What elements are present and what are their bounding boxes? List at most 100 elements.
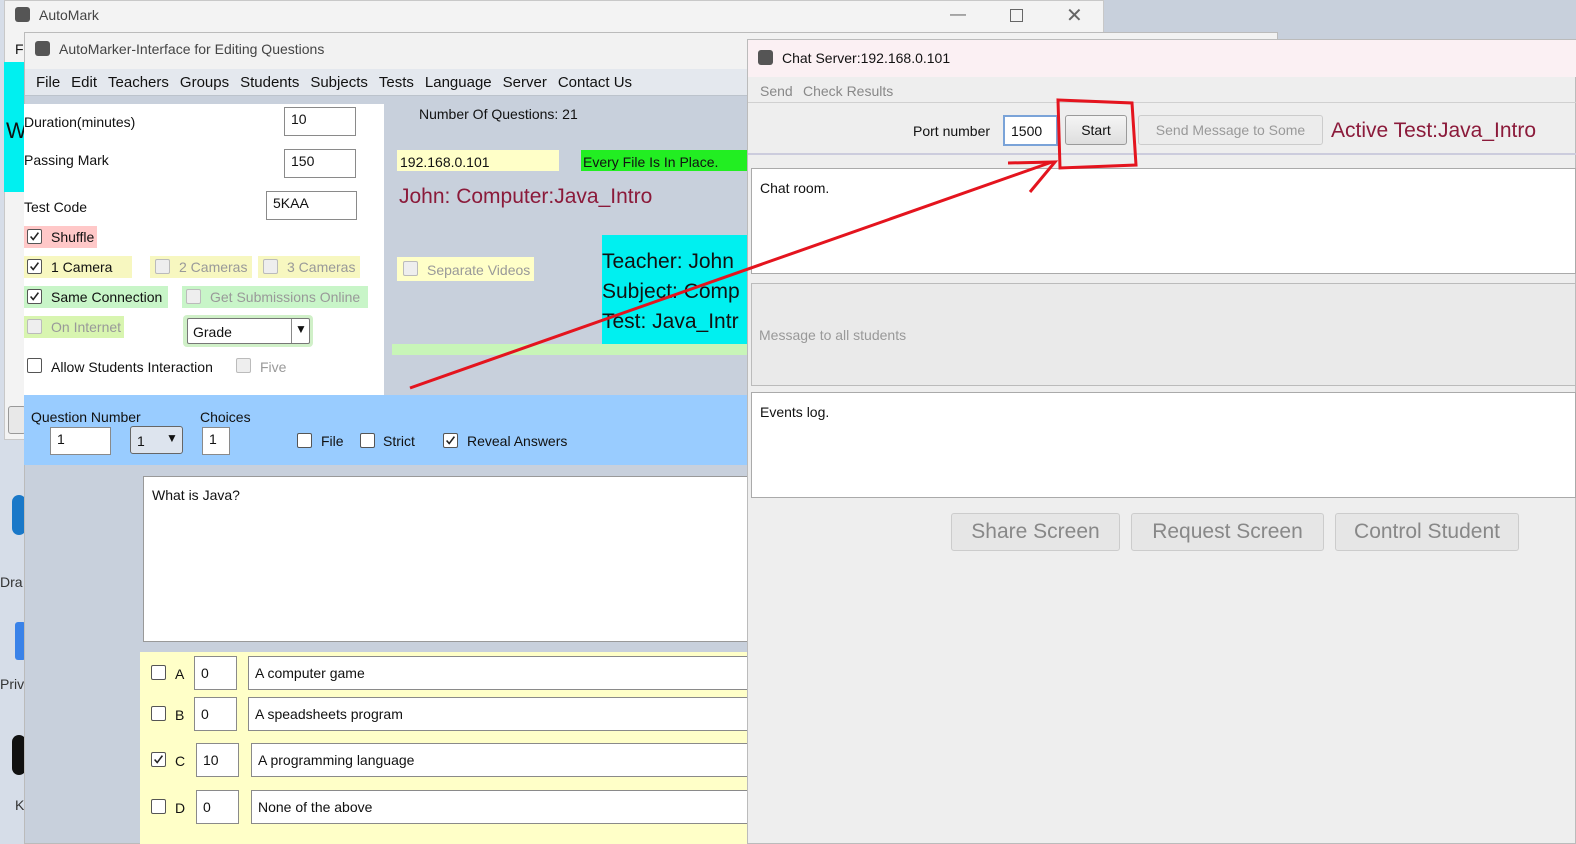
test-line: Test: Java_Intr (602, 310, 739, 333)
answer-d-score[interactable]: 0 (196, 790, 239, 824)
answer-c-text[interactable]: A programming language (251, 743, 761, 777)
passing-mark-label: Passing Mark (24, 152, 109, 168)
shuffle-checkbox[interactable] (27, 229, 42, 244)
test-code-label: Test Code (24, 199, 88, 215)
camera1-label: 1 Camera (51, 259, 113, 275)
grade-select-value: Grade (193, 324, 232, 340)
chevron-down-icon[interactable]: ▼ (295, 322, 307, 336)
share-screen-button[interactable]: Share Screen (951, 513, 1120, 551)
chat-menu-check-results[interactable]: Check Results (803, 83, 893, 99)
app-icon (758, 50, 773, 65)
question-number-label: Question Number (31, 409, 141, 425)
on-internet-checkbox[interactable] (27, 319, 42, 334)
minimize-button[interactable]: — (950, 6, 966, 24)
camera1-checkbox[interactable] (27, 259, 42, 274)
port-input[interactable]: 1500 (1003, 115, 1058, 146)
chat-divider (748, 153, 1576, 155)
menu-file[interactable]: File (36, 74, 60, 91)
answer-d-text[interactable]: None of the above (251, 790, 761, 824)
answer-c-score[interactable]: 10 (196, 743, 239, 777)
duration-input[interactable]: 10 (284, 107, 356, 136)
menu-language[interactable]: Language (425, 74, 492, 91)
shuffle-label: Shuffle (51, 229, 95, 245)
camera3-label: 3 Cameras (287, 259, 356, 275)
files-status: Every File Is In Place. (583, 154, 719, 170)
menu-teachers[interactable]: Teachers (108, 74, 169, 91)
menu-edit[interactable]: Edit (71, 74, 97, 91)
check-icon (30, 292, 40, 301)
chevron-down-icon[interactable]: ▼ (166, 431, 178, 445)
number-of-questions: Number Of Questions: 21 (419, 106, 578, 122)
start-button[interactable]: Start (1065, 115, 1127, 145)
message-placeholder: Message to all students (759, 327, 907, 343)
answer-b-score[interactable]: 0 (194, 697, 237, 731)
question-text: What is Java? (152, 487, 240, 503)
automark-title: AutoMark (39, 7, 99, 23)
reveal-answers-checkbox[interactable] (443, 433, 458, 448)
menu-students[interactable]: Students (240, 74, 299, 91)
menu-server[interactable]: Server (503, 74, 547, 91)
desktop-label: K (15, 797, 25, 813)
camera2-label: 2 Cameras (179, 259, 248, 275)
file-checkbox[interactable] (297, 433, 312, 448)
events-log-text: Events log. (760, 404, 830, 420)
check-icon (446, 436, 456, 445)
strict-checkbox[interactable] (360, 433, 375, 448)
port-label: Port number (913, 123, 991, 139)
file-label: File (321, 433, 344, 449)
desktop-label: Priv (0, 676, 25, 692)
question-select-value: 1 (137, 433, 145, 449)
answer-c-letter: C (175, 753, 186, 769)
close-button[interactable]: ✕ (1066, 3, 1083, 28)
on-internet-label: On Internet (51, 319, 122, 335)
separate-videos-label: Separate Videos (427, 262, 531, 278)
menu-groups[interactable]: Groups (180, 74, 229, 91)
separate-videos-checkbox[interactable] (403, 261, 418, 276)
maximize-button[interactable] (1010, 9, 1023, 22)
outer-menu-f[interactable]: F (15, 41, 24, 57)
check-icon (154, 755, 164, 764)
answer-c-checkbox[interactable] (151, 752, 166, 767)
camera2-checkbox[interactable] (155, 259, 170, 274)
request-screen-button[interactable]: Request Screen (1131, 513, 1324, 551)
send-to-some-button[interactable]: Send Message to Some (1138, 115, 1323, 145)
subject-line: Subject: Comp (602, 280, 740, 303)
app-icon (35, 41, 50, 56)
editor-title: AutoMarker-Interface for Editing Questio… (59, 41, 325, 57)
answer-b-letter: B (175, 707, 185, 723)
menu-contact-us[interactable]: Contact Us (558, 74, 632, 91)
same-connection-label: Same Connection (51, 289, 163, 305)
choices-input[interactable]: 1 (202, 427, 230, 455)
get-submissions-label: Get Submissions Online (210, 289, 361, 305)
desktop-label: Dra (0, 574, 23, 590)
same-connection-checkbox[interactable] (27, 289, 42, 304)
answer-a-checkbox[interactable] (151, 665, 166, 680)
allow-interaction-checkbox[interactable] (27, 358, 42, 373)
question-number-input[interactable]: 1 (50, 427, 111, 455)
test-code-input[interactable]: 5KAA (266, 191, 357, 220)
allow-interaction-label: Allow Students Interaction (51, 359, 213, 375)
five-checkbox[interactable] (236, 358, 251, 373)
answer-a-letter: A (175, 666, 185, 682)
get-submissions-checkbox[interactable] (186, 289, 201, 304)
passing-mark-input[interactable]: 150 (284, 149, 356, 178)
answer-a-score[interactable]: 0 (194, 656, 237, 690)
settings-panel (24, 104, 384, 396)
check-icon (30, 232, 40, 241)
events-log-area[interactable] (751, 392, 1576, 498)
chat-room-area[interactable] (751, 168, 1576, 274)
grade-dropdown-divider (291, 319, 292, 343)
chat-title: Chat Server:192.168.0.101 (782, 50, 951, 66)
answer-b-checkbox[interactable] (151, 706, 166, 721)
duration-label: Duration(minutes) (24, 114, 136, 130)
answer-b-text[interactable]: A speadsheets program (248, 697, 758, 731)
answer-d-checkbox[interactable] (151, 799, 166, 814)
camera3-checkbox[interactable] (263, 259, 278, 274)
teacher-line: Teacher: John (602, 250, 734, 273)
control-student-button[interactable]: Control Student (1335, 513, 1519, 551)
chat-menu-send[interactable]: Send (760, 83, 793, 99)
answer-a-text[interactable]: A computer game (248, 656, 758, 690)
green-strip (392, 344, 752, 355)
menu-subjects[interactable]: Subjects (310, 74, 368, 91)
menu-tests[interactable]: Tests (379, 74, 414, 91)
